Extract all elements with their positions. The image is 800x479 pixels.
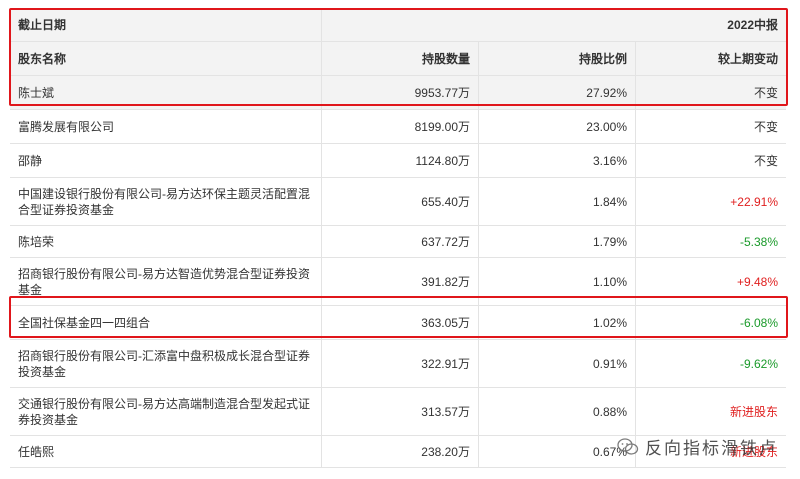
change-value: 不变	[753, 153, 778, 168]
change-value: -5.38%	[739, 234, 778, 249]
share-ratio: 1.84%	[479, 178, 636, 225]
date-label: 截止日期	[10, 8, 322, 41]
table-row: 交通银行股份有限公司-易方达高端制造混合型发起式证券投资基金 313.57万 0.8…	[10, 388, 786, 436]
shareholder-name: 陈培荣	[10, 226, 322, 257]
share-ratio: 0.88%	[479, 388, 636, 435]
shareholder-name: 邵静	[10, 144, 322, 177]
change-value: 不变	[753, 119, 778, 134]
share-ratio: 0.91%	[479, 340, 636, 387]
shareholder-table: 截止日期 2022中报 股东名称 持股数量 持股比例 较上期变动 陈士斌 9953…	[10, 8, 786, 468]
share-count: 655.40万	[322, 178, 479, 225]
shareholder-name: 招商银行股份有限公司-汇添富中盘积极成长混合型证券投资基金	[10, 340, 322, 387]
share-count: 1124.80万	[322, 144, 479, 177]
share-count: 313.57万	[322, 388, 479, 435]
col-shareholder-name: 股东名称	[10, 42, 322, 75]
table-row: 招商银行股份有限公司-易方达智造优势混合型证券投资基金 391.82万 1.10% +…	[10, 258, 786, 306]
table-row: 陈培荣 637.72万 1.79% -5.38%	[10, 226, 786, 258]
table-row: 招商银行股份有限公司-汇添富中盘积极成长混合型证券投资基金 322.91万 0.91…	[10, 340, 786, 388]
table-row: 富腾发展有限公司 8199.00万 23.00% 不变	[10, 110, 786, 144]
watermark-text: 反向指标滑铁卢	[645, 439, 778, 458]
shareholder-name: 中国建设银行股份有限公司-易方达环保主题灵活配置混合型证券投资基金	[10, 178, 322, 225]
share-ratio: 23.00%	[479, 110, 636, 143]
shareholder-name: 富腾发展有限公司	[10, 110, 322, 143]
shareholder-name: 全国社保基金四一四组合	[10, 306, 322, 339]
report-period: 2022中报	[727, 17, 778, 32]
share-ratio: 27.92%	[479, 76, 636, 109]
col-share-ratio: 持股比例	[479, 42, 636, 75]
col-change: 较上期变动	[717, 51, 778, 66]
share-count: 238.20万	[322, 436, 479, 467]
change-value: -9.62%	[739, 356, 778, 371]
date-header-row: 截止日期 2022中报	[10, 8, 786, 42]
change-value: 新进股东	[729, 404, 778, 419]
share-ratio: 3.16%	[479, 144, 636, 177]
share-ratio: 1.79%	[479, 226, 636, 257]
col-share-count: 持股数量	[322, 42, 479, 75]
shareholder-name: 招商银行股份有限公司-易方达智造优势混合型证券投资基金	[10, 258, 322, 305]
change-value: -6.08%	[739, 315, 778, 330]
share-count: 637.72万	[322, 226, 479, 257]
share-ratio: 1.02%	[479, 306, 636, 339]
share-count: 363.05万	[322, 306, 479, 339]
share-count: 9953.77万	[322, 76, 479, 109]
table-row: 陈士斌 9953.77万 27.92% 不变	[10, 76, 786, 110]
column-header-row: 股东名称 持股数量 持股比例 较上期变动	[10, 42, 786, 76]
change-value: 不变	[753, 85, 778, 100]
share-ratio: 0.67%	[479, 436, 636, 467]
wechat-icon	[617, 437, 639, 455]
share-count: 391.82万	[322, 258, 479, 305]
table-row: 全国社保基金四一四组合 363.05万 1.02% -6.08%	[10, 306, 786, 340]
watermark: 反向指标滑铁卢	[617, 434, 778, 459]
shareholder-name: 交通银行股份有限公司-易方达高端制造混合型发起式证券投资基金	[10, 388, 322, 435]
share-count: 8199.00万	[322, 110, 479, 143]
share-ratio: 1.10%	[479, 258, 636, 305]
share-count: 322.91万	[322, 340, 479, 387]
shareholder-name: 任皓熙	[10, 436, 322, 467]
table-row: 邵静 1124.80万 3.16% 不变	[10, 144, 786, 178]
table-row: 中国建设银行股份有限公司-易方达环保主题灵活配置混合型证券投资基金 655.40万…	[10, 178, 786, 226]
shareholder-name: 陈士斌	[10, 76, 322, 109]
change-value: +22.91%	[730, 194, 778, 209]
change-value: +9.48%	[736, 274, 778, 289]
